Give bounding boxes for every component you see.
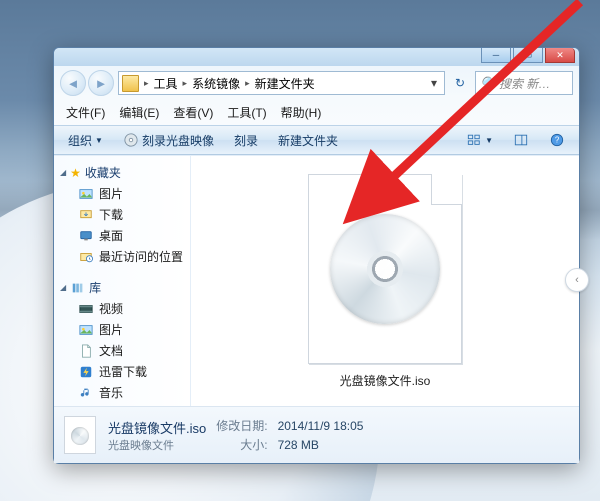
nav-pictures2[interactable]: 图片 xyxy=(56,319,188,340)
search-placeholder: 搜索 新… xyxy=(499,75,550,92)
document-icon xyxy=(78,343,93,358)
nav-desktop[interactable]: 桌面 xyxy=(56,225,188,246)
address-dropdown[interactable]: ▾ xyxy=(427,76,441,90)
help-icon: ? xyxy=(549,132,565,148)
details-file-kind: 光盘映像文件 xyxy=(108,437,206,453)
back-button[interactable]: ◄ xyxy=(60,70,86,96)
organize-button[interactable]: 组织▼ xyxy=(60,129,111,152)
view-mode-button[interactable]: ▼ xyxy=(458,129,501,151)
disc-icon xyxy=(123,132,139,148)
details-pane: 光盘镜像文件.iso 光盘映像文件 修改日期: 2014/11/9 18:05 … xyxy=(54,406,579,463)
nav-pictures[interactable]: 图片 xyxy=(56,183,188,204)
search-icon: 🔍 xyxy=(480,76,495,90)
menu-edit[interactable]: 编辑(E) xyxy=(113,102,165,123)
breadcrumb-images[interactable]: 系统镜像 xyxy=(192,75,240,92)
toolbar: 组织▼ 刻录光盘映像 刻录 新建文件夹 ▼ xyxy=(54,125,579,155)
desktop-icon xyxy=(78,228,93,243)
menu-tools[interactable]: 工具(T) xyxy=(221,102,272,123)
views-icon xyxy=(466,132,482,148)
libraries-header[interactable]: ◢ 库 xyxy=(56,277,188,298)
new-folder-button[interactable]: 新建文件夹 xyxy=(270,129,346,152)
picture-icon xyxy=(78,186,93,201)
recent-icon xyxy=(78,249,93,264)
menu-view[interactable]: 查看(V) xyxy=(167,102,219,123)
details-file-icon xyxy=(62,417,98,453)
picture-icon xyxy=(78,322,93,337)
maximize-button[interactable]: ▭ xyxy=(513,48,543,63)
expand-icon: ◢ xyxy=(60,283,66,292)
burn-image-button[interactable]: 刻录光盘映像 xyxy=(115,129,222,152)
chevron-right-icon[interactable]: ▸ xyxy=(180,78,191,89)
nav-recent[interactable]: 最近访问的位置 xyxy=(56,246,188,267)
file-item-iso[interactable]: 光盘镜像文件.iso xyxy=(308,174,462,389)
iso-file-icon xyxy=(308,174,462,364)
search-input[interactable]: 🔍 搜索 新… xyxy=(475,71,573,95)
chevron-down-icon: ▼ xyxy=(485,136,493,145)
side-handle[interactable]: ‹ xyxy=(565,268,589,292)
forward-button[interactable]: ► xyxy=(88,70,114,96)
file-label: 光盘镜像文件.iso xyxy=(308,372,462,389)
address-bar-row: ◄ ► ▸ 工具 ▸ 系统镜像 ▸ 新建文件夹 ▾ ↻ 🔍 搜索 新… xyxy=(54,66,579,100)
help-button[interactable]: ? xyxy=(541,129,573,151)
details-date-label: 修改日期: xyxy=(216,417,267,434)
video-icon xyxy=(78,301,93,316)
nav-video[interactable]: 视频 xyxy=(56,298,188,319)
explorer-window: ─ ▭ ✕ ◄ ► ▸ 工具 ▸ 系统镜像 ▸ 新建文件夹 ▾ ↻ xyxy=(53,47,580,464)
svg-text:?: ? xyxy=(555,136,560,145)
breadcrumb-tools[interactable]: 工具 xyxy=(154,75,178,92)
details-size-label: 大小: xyxy=(216,436,267,453)
nav-thunder[interactable]: 迅雷下载 xyxy=(56,361,188,382)
nav-downloads[interactable]: 下载 xyxy=(56,204,188,225)
preview-pane-icon xyxy=(513,132,529,148)
folder-icon xyxy=(122,75,139,92)
titlebar[interactable]: ─ ▭ ✕ xyxy=(54,48,579,66)
chevron-down-icon: ▼ xyxy=(95,136,103,145)
chevron-right-icon[interactable]: ▸ xyxy=(141,78,152,89)
star-icon: ★ xyxy=(70,166,81,180)
close-button[interactable]: ✕ xyxy=(545,48,575,63)
minimize-button[interactable]: ─ xyxy=(481,48,511,63)
file-list-pane[interactable]: 光盘镜像文件.iso ‹ xyxy=(191,156,579,406)
menu-file[interactable]: 文件(F) xyxy=(60,102,111,123)
chevron-right-icon[interactable]: ▸ xyxy=(242,78,253,89)
menu-bar: 文件(F) 编辑(E) 查看(V) 工具(T) 帮助(H) xyxy=(54,100,579,125)
expand-icon: ◢ xyxy=(60,168,66,177)
details-size-value: 728 MB xyxy=(278,438,364,452)
library-icon xyxy=(70,280,85,295)
burn-button[interactable]: 刻录 xyxy=(226,129,266,152)
preview-pane-button[interactable] xyxy=(505,129,537,151)
details-file-name: 光盘镜像文件.iso xyxy=(108,418,206,437)
menu-help[interactable]: 帮助(H) xyxy=(275,102,328,123)
music-icon xyxy=(78,385,93,400)
breadcrumb-bar[interactable]: ▸ 工具 ▸ 系统镜像 ▸ 新建文件夹 ▾ xyxy=(118,71,445,95)
thunder-icon xyxy=(78,364,93,379)
favorites-header[interactable]: ◢ ★ 收藏夹 xyxy=(56,162,188,183)
breadcrumb-newfolder[interactable]: 新建文件夹 xyxy=(255,75,315,92)
disc-icon xyxy=(330,214,440,324)
download-icon xyxy=(78,207,93,222)
navigation-pane: ◢ ★ 收藏夹 图片 下载 桌面 最近访问的位置 xyxy=(54,156,191,406)
nav-music[interactable]: 音乐 xyxy=(56,382,188,403)
details-date-value: 2014/11/9 18:05 xyxy=(278,419,364,433)
nav-documents[interactable]: 文档 xyxy=(56,340,188,361)
refresh-button[interactable]: ↻ xyxy=(449,76,471,90)
